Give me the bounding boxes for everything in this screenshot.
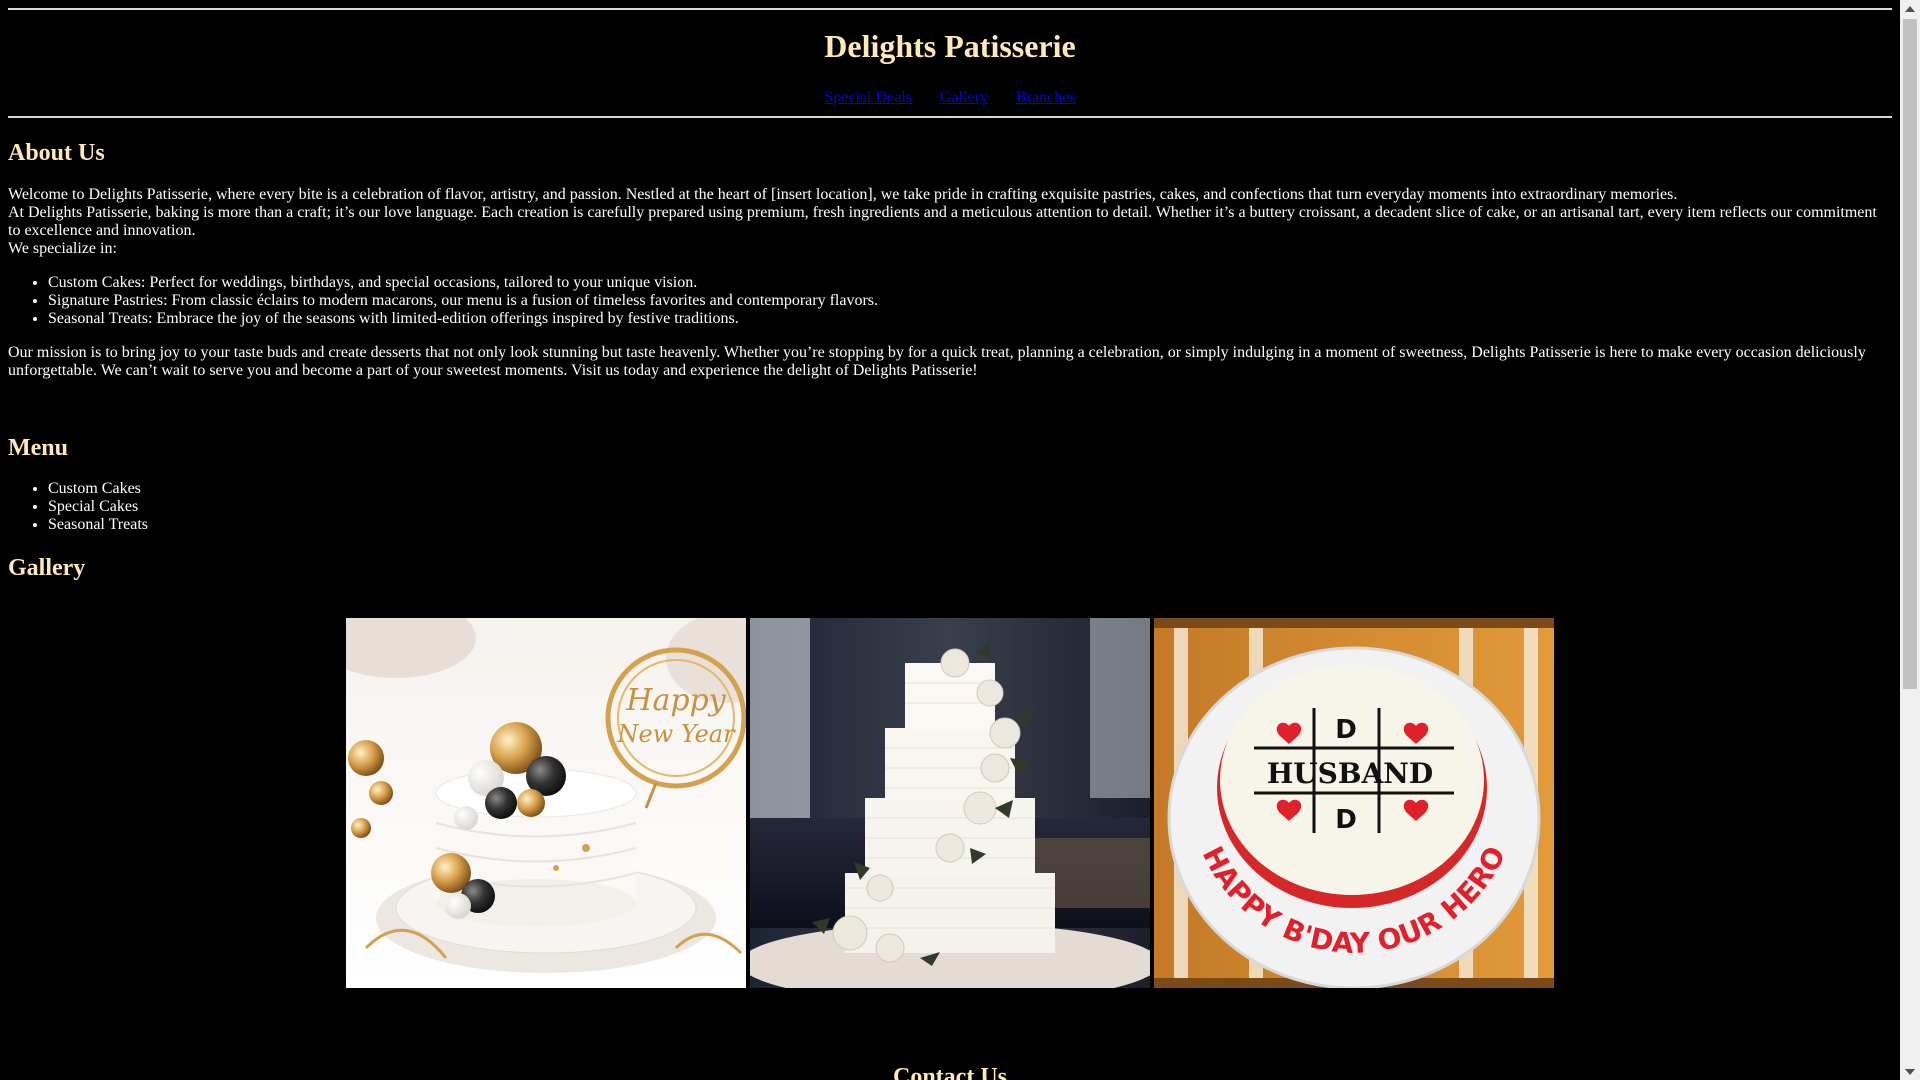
mission-paragraph: Our mission is to bring joy to your tast… — [8, 344, 1866, 379]
scroll-down-icon[interactable] — [1900, 1063, 1920, 1080]
menu-list: Custom Cakes Special Cakes Seasonal Trea… — [8, 480, 148, 534]
wedding-cake-illustration — [750, 618, 1150, 988]
about-line-1: Welcome to Delights Patisserie, where ev… — [8, 186, 1678, 203]
about-heading: About Us — [8, 140, 105, 166]
menu-item-special-cakes: Special Cakes — [48, 498, 148, 516]
main-nav: Special Deals Gallery Branches — [8, 89, 1892, 107]
scroll-up-icon[interactable] — [1900, 0, 1920, 17]
vertical-scrollbar[interactable] — [1900, 0, 1920, 1080]
contact-heading: Contact Us — [893, 1064, 1007, 1080]
top-divider — [8, 8, 1892, 10]
about-line-2: At Delights Patisserie, baking is more t… — [8, 204, 1877, 239]
new-year-cake-illustration: Happy New Year — [346, 618, 746, 988]
menu-item-seasonal-treats: Seasonal Treats — [48, 516, 148, 534]
nav-link-branches[interactable]: Branches — [1016, 89, 1076, 106]
header-divider — [8, 116, 1892, 118]
list-item: Seasonal Treats: Embrace the joy of the … — [48, 310, 878, 328]
cake-center-text: HUSBAND — [1267, 757, 1433, 790]
gallery-image-new-year-cake: Happy New Year — [346, 618, 746, 988]
cake-letter-bottom: D — [1335, 805, 1357, 835]
topper-text-2: New Year — [616, 720, 736, 748]
menu-item-custom-cakes: Custom Cakes — [48, 480, 148, 498]
menu-heading: Menu — [8, 435, 68, 461]
nav-link-gallery[interactable]: Gallery — [940, 89, 988, 106]
husband-cake-illustration: D HUSBAND D HAPPY B'DAY OUR HERO — [1154, 618, 1554, 988]
gallery-image-husband-cake: D HUSBAND D HAPPY B'DAY OUR HERO — [1154, 618, 1554, 988]
list-item: Signature Pastries: From classic éclairs… — [48, 292, 878, 310]
about-line-3: We specialize in: — [8, 240, 117, 257]
topper-text-1: Happy — [625, 683, 726, 718]
gallery-heading: Gallery — [8, 555, 86, 581]
gallery-images: Happy New Year D HUSBAND D HAPPY B'DAY O… — [346, 618, 1554, 988]
gallery-image-wedding-cake — [750, 618, 1150, 988]
page: Delights Patisserie Special Deals Galler… — [0, 0, 1900, 1080]
about-intro: Welcome to Delights Patisserie, where ev… — [8, 186, 1888, 258]
site-title: Delights Patisserie — [824, 28, 1076, 64]
nav-link-special-deals[interactable]: Special Deals — [824, 89, 912, 106]
specialties-list: Custom Cakes: Perfect for weddings, birt… — [8, 274, 878, 328]
list-item: Custom Cakes: Perfect for weddings, birt… — [48, 274, 878, 292]
scrollbar-thumb[interactable] — [1903, 19, 1917, 689]
cake-letter-top: D — [1335, 715, 1357, 745]
